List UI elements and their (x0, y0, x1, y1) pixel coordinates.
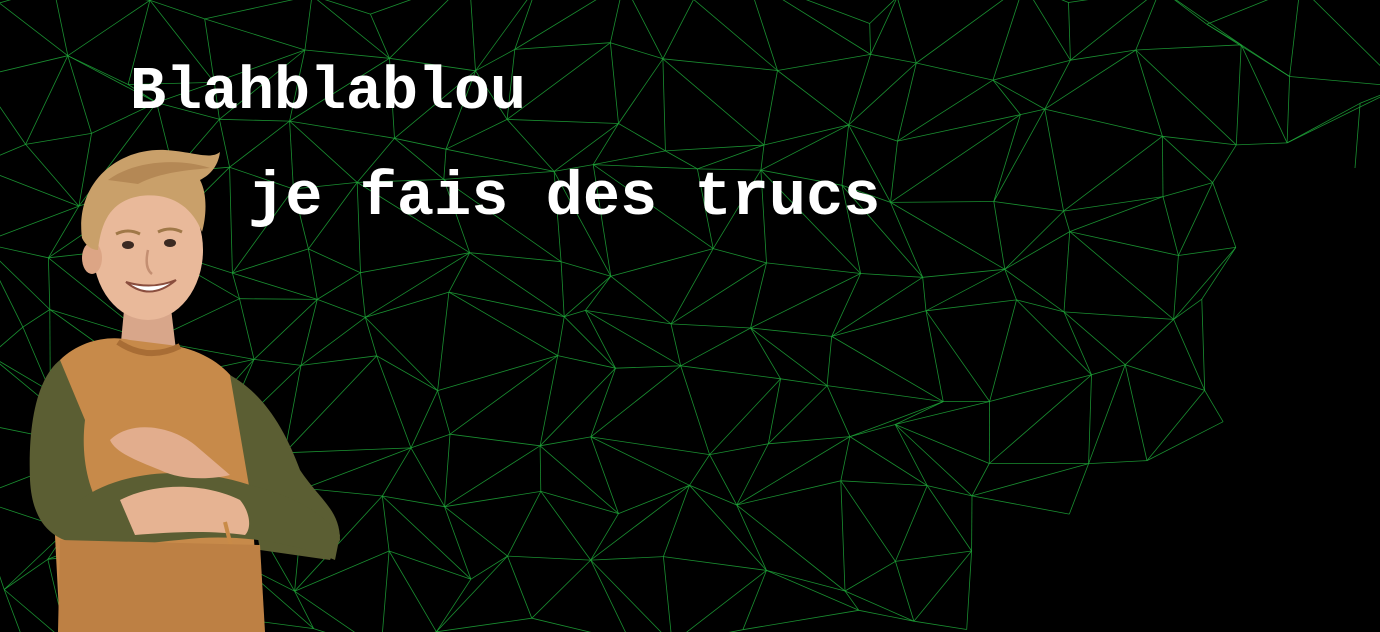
hero-banner: Blahblablou je fais des trucs (0, 0, 1380, 632)
hero-title: Blahblablou (130, 59, 527, 127)
person-portrait-icon (29, 149, 340, 632)
